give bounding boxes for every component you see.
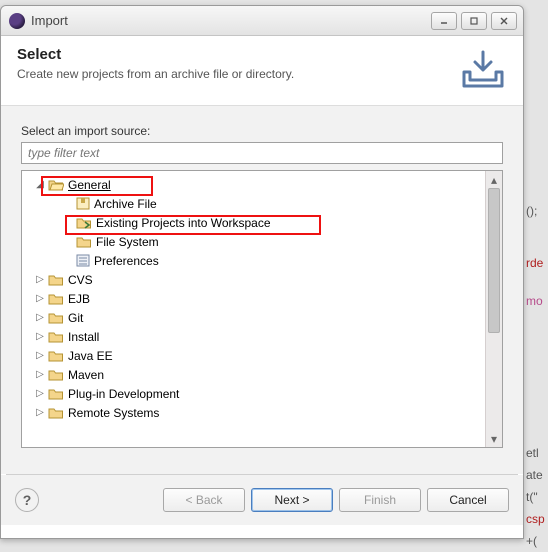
tree-label: Existing Projects into Workspace bbox=[96, 216, 271, 230]
back-button[interactable]: < Back bbox=[163, 488, 245, 512]
tree-node-general[interactable]: ◢ General bbox=[28, 175, 485, 194]
folder-import-icon bbox=[76, 216, 92, 229]
folder-icon bbox=[76, 235, 92, 248]
tree-label: Install bbox=[68, 330, 99, 344]
background-code-fragment: (); rde mo etl ate t(" csp +( bbox=[526, 30, 548, 530]
tree-item-preferences[interactable]: ▸ Preferences bbox=[28, 251, 485, 270]
minimize-button[interactable] bbox=[431, 12, 457, 30]
wizard-body: Select an import source: ◢ General ▸ Arc… bbox=[1, 106, 523, 474]
chevron-right-icon: ▷ bbox=[34, 407, 46, 418]
help-button[interactable]: ? bbox=[15, 488, 39, 512]
scrollbar[interactable]: ▴ ▾ bbox=[485, 171, 502, 447]
folder-open-icon bbox=[48, 178, 64, 191]
footer: ? < Back Next > Finish Cancel bbox=[1, 475, 523, 525]
close-button[interactable] bbox=[491, 12, 517, 30]
tree-item-file-system[interactable]: ▸ File System bbox=[28, 232, 485, 251]
filter-input[interactable] bbox=[21, 142, 503, 164]
banner: Select Create new projects from an archi… bbox=[1, 36, 523, 106]
tree-node-install[interactable]: ▷ Install bbox=[28, 327, 485, 346]
tree-node-plugin-dev[interactable]: ▷ Plug-in Development bbox=[28, 384, 485, 403]
folder-icon bbox=[48, 330, 64, 343]
preferences-icon bbox=[76, 254, 90, 267]
cancel-button[interactable]: Cancel bbox=[427, 488, 509, 512]
tree-label: Java EE bbox=[68, 349, 113, 363]
tree-label: Remote Systems bbox=[68, 406, 159, 420]
tree-label: File System bbox=[96, 235, 159, 249]
page-subtitle: Create new projects from an archive file… bbox=[17, 67, 507, 81]
tree-node-cvs[interactable]: ▷ CVS bbox=[28, 270, 485, 289]
chevron-right-icon: ▷ bbox=[34, 293, 46, 304]
chevron-right-icon: ▷ bbox=[34, 331, 46, 342]
import-icon bbox=[461, 50, 505, 92]
tree-label: EJB bbox=[68, 292, 90, 306]
scroll-down-icon[interactable]: ▾ bbox=[486, 430, 502, 447]
chevron-right-icon: ▷ bbox=[34, 369, 46, 380]
chevron-right-icon: ▷ bbox=[34, 274, 46, 285]
tree-node-ejb[interactable]: ▷ EJB bbox=[28, 289, 485, 308]
eclipse-icon bbox=[9, 13, 25, 29]
folder-icon bbox=[48, 292, 64, 305]
window-title: Import bbox=[31, 13, 431, 28]
folder-icon bbox=[48, 273, 64, 286]
maximize-button[interactable] bbox=[461, 12, 487, 30]
chevron-down-icon: ◢ bbox=[34, 179, 46, 190]
folder-icon bbox=[48, 311, 64, 324]
tree: ◢ General ▸ Archive File ▸ bbox=[21, 170, 503, 448]
tree-node-maven[interactable]: ▷ Maven bbox=[28, 365, 485, 384]
tree-label: General bbox=[68, 178, 111, 192]
tree-label: Archive File bbox=[94, 197, 157, 211]
scroll-up-icon[interactable]: ▴ bbox=[486, 171, 502, 188]
titlebar[interactable]: Import bbox=[1, 6, 523, 36]
source-label: Select an import source: bbox=[21, 124, 503, 138]
import-dialog: Import Select Create new projects from a… bbox=[0, 5, 524, 539]
tree-node-remote-systems[interactable]: ▷ Remote Systems bbox=[28, 403, 485, 422]
page-title: Select bbox=[17, 46, 507, 63]
tree-item-existing-projects[interactable]: ▸ Existing Projects into Workspace bbox=[28, 213, 485, 232]
chevron-right-icon: ▷ bbox=[34, 350, 46, 361]
chevron-right-icon: ▷ bbox=[34, 388, 46, 399]
chevron-right-icon: ▷ bbox=[34, 312, 46, 323]
tree-label: Git bbox=[68, 311, 83, 325]
scroll-thumb[interactable] bbox=[488, 188, 500, 333]
tree-label: Preferences bbox=[94, 254, 159, 268]
next-button[interactable]: Next > bbox=[251, 488, 333, 512]
tree-label: Plug-in Development bbox=[68, 387, 179, 401]
folder-icon bbox=[48, 349, 64, 362]
tree-node-git[interactable]: ▷ Git bbox=[28, 308, 485, 327]
tree-node-javaee[interactable]: ▷ Java EE bbox=[28, 346, 485, 365]
tree-item-archive-file[interactable]: ▸ Archive File bbox=[28, 194, 485, 213]
finish-button[interactable]: Finish bbox=[339, 488, 421, 512]
folder-icon bbox=[48, 406, 64, 419]
tree-label: Maven bbox=[68, 368, 104, 382]
folder-icon bbox=[48, 387, 64, 400]
folder-icon bbox=[48, 368, 64, 381]
tree-label: CVS bbox=[68, 273, 93, 287]
archive-icon bbox=[76, 197, 90, 210]
